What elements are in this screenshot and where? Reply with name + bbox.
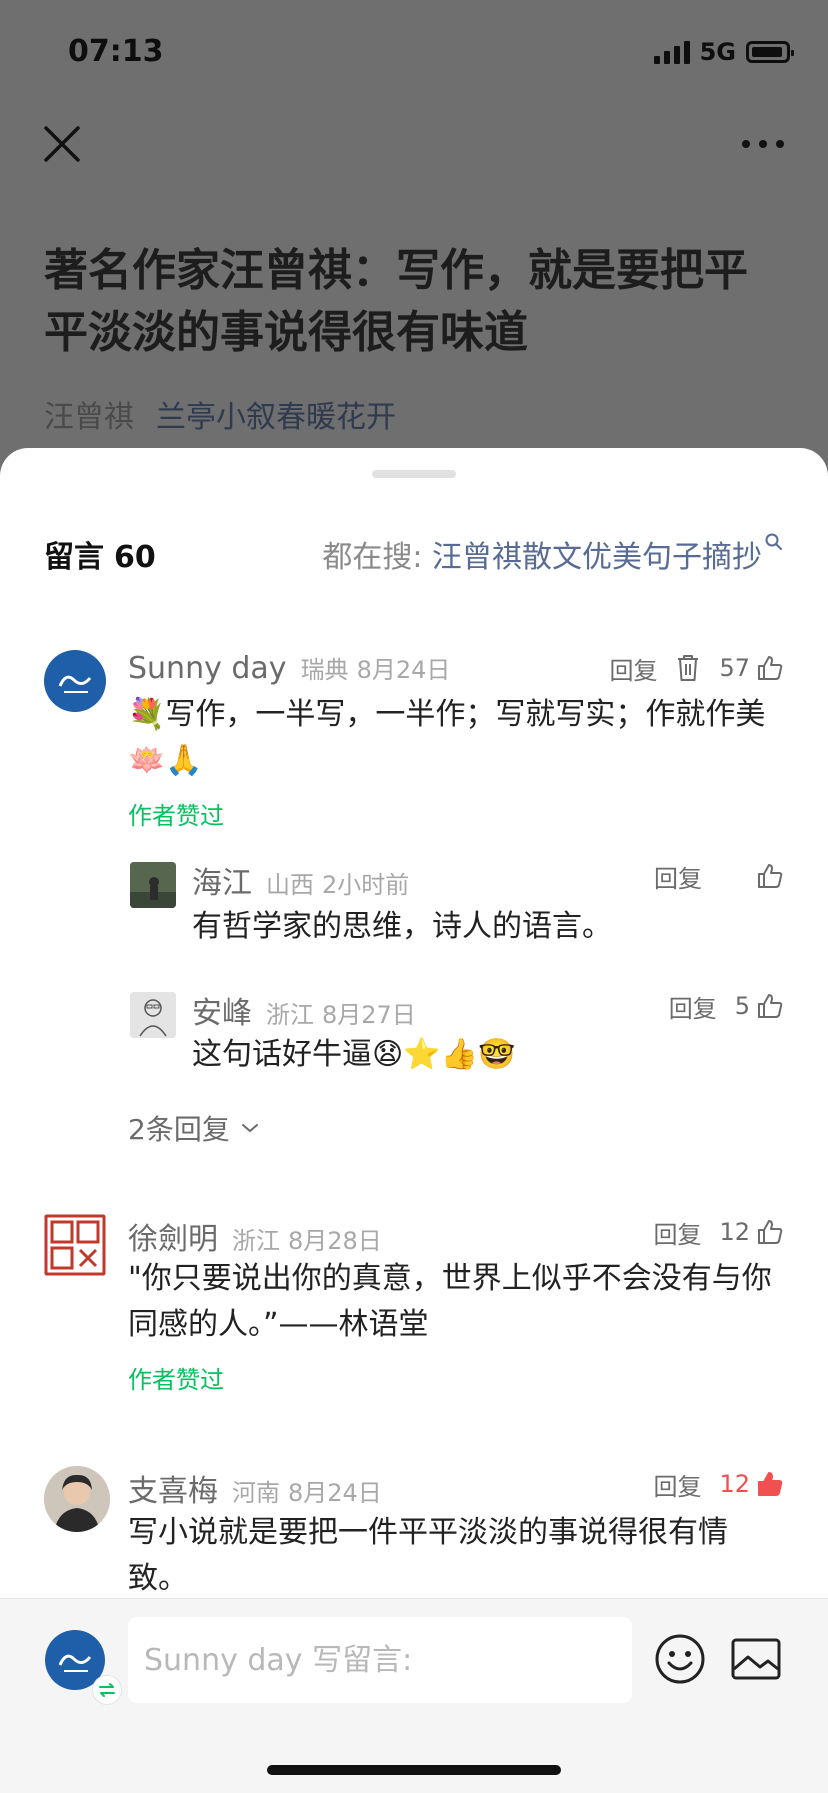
comment-author[interactable]: Sunny day — [128, 651, 287, 686]
reply-author[interactable]: 海江 — [192, 858, 252, 902]
comment-author[interactable]: 徐劍明 — [128, 1214, 218, 1258]
thumbs-up-icon — [758, 864, 783, 888]
comment-actions: 回复 57 — [609, 648, 784, 688]
like-count: 57 — [719, 654, 750, 682]
drag-handle[interactable] — [372, 470, 456, 478]
reply-button[interactable]: 回复 — [654, 859, 702, 894]
like-count: 5 — [734, 992, 750, 1020]
reply-text: 有哲学家的思维，诗人的语言。 — [192, 909, 612, 944]
like-button[interactable] — [750, 862, 784, 890]
search-term-link[interactable]: 汪曾祺散文优美句子摘抄 — [432, 540, 762, 575]
comment-text: 💐写作，一半写，一半作；写就写实；作就作美🪷🙏 — [128, 697, 766, 778]
like-count: 12 — [719, 1218, 750, 1246]
author-liked-badge: 作者赞过 — [128, 1366, 224, 1394]
avatar[interactable] — [44, 1466, 110, 1532]
thumbs-up-icon — [758, 1220, 783, 1244]
home-indicator — [267, 1765, 561, 1775]
thumbs-up-icon — [758, 994, 783, 1018]
comment-date: 8月24日 — [356, 656, 451, 684]
reply-date: 8月27日 — [322, 1001, 416, 1029]
like-button[interactable]: 5 — [735, 992, 784, 1020]
comment-actions: 回复 12 — [653, 1212, 784, 1252]
author-liked-badge: 作者赞过 — [128, 802, 224, 830]
article-account-link[interactable]: 兰亭小叙春暖花开 — [156, 392, 396, 436]
search-prefix: 都在搜: — [322, 540, 423, 575]
more-icon[interactable] — [738, 134, 788, 154]
reply-button[interactable]: 回复 — [653, 1467, 701, 1502]
like-button[interactable]: 57 — [719, 654, 784, 682]
status-indicators: 5G — [653, 38, 794, 66]
avatar[interactable] — [44, 650, 106, 712]
battery-icon — [746, 41, 794, 63]
close-icon[interactable] — [40, 122, 84, 166]
comment-location: 浙江 — [232, 1227, 280, 1255]
article-meta: 汪曾祺 兰亭小叙春暖花开 — [44, 392, 396, 436]
status-time: 07:13 — [68, 34, 164, 69]
reply-actions: 回复 — [654, 856, 784, 896]
comments-sheet: 留言 60 都在搜: 汪曾祺散文优美句子摘抄 Sunny day 瑞典 8月24日… — [0, 448, 828, 1792]
reply-location: 山西 — [266, 871, 314, 899]
search-icon — [765, 533, 782, 550]
avatar-photo-icon — [44, 1466, 110, 1532]
comment-location: 河南 — [232, 1479, 280, 1507]
avatar[interactable] — [130, 862, 176, 908]
comments-count: 60 — [114, 540, 156, 575]
expand-replies-button[interactable]: 2条回复 — [128, 1108, 260, 1148]
reply-button[interactable]: 回复 — [609, 651, 657, 686]
reply-header: 安峰 浙江 8月27日 — [192, 988, 416, 1031]
image-icon[interactable] — [730, 1637, 782, 1681]
comments-title-label: 留言 — [44, 540, 104, 575]
comment-text: "你只要说出你的真意，世界上似乎不会没有与你同感的人。”——林语堂 — [128, 1261, 772, 1342]
comment-actions: 回复 12 — [653, 1464, 784, 1504]
signal-icon — [653, 40, 690, 64]
comment-header: Sunny day 瑞典 8月24日 — [128, 650, 450, 690]
reply-author[interactable]: 安峰 — [192, 988, 252, 1032]
chevron-down-icon — [241, 1124, 258, 1133]
reply-location: 浙江 — [266, 1001, 314, 1029]
like-button[interactable]: 12 — [719, 1470, 784, 1498]
article-title: 著名作家汪曾祺：写作，就是要把平平淡淡的事说得很有味道 — [44, 245, 748, 358]
expand-replies-label: 2条回复 — [128, 1113, 230, 1146]
comment-input[interactable] — [128, 1617, 632, 1703]
comment-author[interactable]: 支喜梅 — [128, 1466, 218, 1510]
reply-button[interactable]: 回复 — [653, 1215, 701, 1250]
avatar-photo-icon — [130, 862, 176, 908]
reply-actions: 回复 5 — [669, 986, 784, 1026]
comment-header: 支喜梅 河南 8月24日 — [128, 1466, 382, 1509]
avatar-logo-icon — [45, 651, 105, 711]
emoji-icon[interactable] — [654, 1633, 706, 1685]
thumbs-up-filled-icon — [758, 1472, 783, 1496]
avatar[interactable] — [130, 992, 176, 1038]
article-author: 汪曾祺 — [44, 400, 134, 435]
comment-date: 8月24日 — [288, 1479, 382, 1507]
like-button[interactable]: 12 — [719, 1218, 784, 1246]
comments-header: 留言 60 都在搜: 汪曾祺散文优美句子摘抄 — [44, 532, 784, 576]
reply-text: 这句话好牛逼😧⭐👍🤓 — [192, 1037, 516, 1072]
reply-button[interactable]: 回复 — [669, 989, 717, 1024]
network-type: 5G — [699, 38, 736, 66]
trash-icon[interactable] — [675, 653, 701, 683]
comment-text: 写小说就是要把一件平平淡淡的事说得很有情致。 — [128, 1515, 728, 1596]
comment-location: 瑞典 — [300, 656, 349, 684]
like-count: 12 — [719, 1470, 750, 1498]
switch-account-icon[interactable] — [92, 1675, 122, 1705]
status-bar: 07:13 5G — [0, 0, 828, 100]
comment-input-bar — [0, 1598, 828, 1793]
seal-avatar-icon — [44, 1214, 106, 1276]
comment-date: 8月28日 — [288, 1227, 382, 1255]
reply-header: 海江 山西 2小时前 — [192, 858, 410, 901]
reply-date: 2小时前 — [322, 871, 410, 899]
avatar-cartoon-icon — [130, 992, 176, 1038]
avatar[interactable] — [44, 1214, 106, 1276]
thumbs-up-icon — [758, 656, 783, 680]
comments-title: 留言 60 — [44, 532, 156, 576]
comment-header: 徐劍明 浙江 8月28日 — [128, 1214, 382, 1257]
search-suggestion[interactable]: 都在搜: 汪曾祺散文优美句子摘抄 — [322, 532, 784, 576]
